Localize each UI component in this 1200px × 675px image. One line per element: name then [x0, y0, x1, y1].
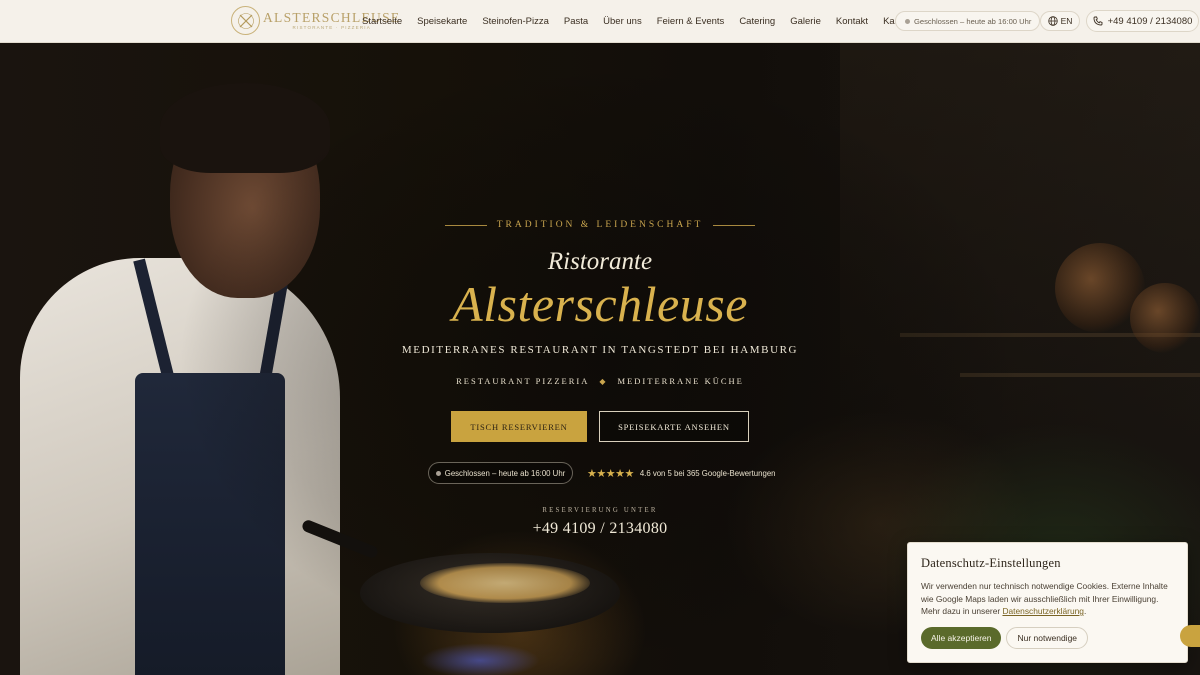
eyebrow-line-right [713, 224, 756, 226]
hero-title-small: Ristorante [547, 248, 653, 275]
phone-icon [1093, 16, 1103, 26]
tag-mediterrane-kueche: MEDITERRANE KÜCHE [617, 376, 744, 386]
reserve-table-button[interactable]: TISCH RESERVIEREN [451, 411, 587, 442]
nav-ueber-uns[interactable]: Über uns [603, 16, 642, 27]
crossed-cutlery-icon [231, 6, 260, 35]
floating-side-tab[interactable] [1180, 625, 1200, 647]
hero-title: Alsterschleuse [452, 276, 748, 332]
nav-steinofen-pizza[interactable]: Steinofen-Pizza [482, 16, 549, 27]
cookie-consent-dialog: Datenschutz-Einstellungen Wir verwenden … [907, 542, 1188, 663]
nav-catering[interactable]: Catering [739, 16, 775, 27]
opening-status-text: Geschlossen – heute ab 16:00 Uhr [914, 16, 1032, 26]
cookie-text-end: . [1083, 606, 1087, 616]
main-nav: Startseite Speisekarte Steinofen-Pizza P… [362, 0, 932, 43]
nav-kontakt[interactable]: Kontakt [836, 16, 868, 27]
rating-stars-icon: ★★★★★ [587, 467, 634, 480]
privacy-policy-link[interactable]: Datenschutzerklärung [1002, 606, 1083, 616]
cookie-dialog-title: Datenschutz-Einstellungen [921, 556, 1061, 570]
status-dot-icon [905, 18, 910, 24]
site-header: ALSTERSCHLEUSE RISTORANTE · PIZZERIA Sta… [0, 0, 1200, 43]
nav-speisekarte[interactable]: Speisekarte [417, 16, 467, 27]
reservation-phone-link[interactable]: +49 4109 / 2134080 [0, 520, 1200, 538]
globe-icon [1047, 16, 1058, 26]
view-menu-button[interactable]: SPEISEKARTE ANSEHEN [599, 411, 749, 442]
cookie-dialog-text: Wir verwenden nur technisch notwendige C… [921, 580, 1174, 618]
language-switch-button[interactable]: EN [1040, 11, 1080, 31]
hero-eyebrow: TRADITION & LEIDENSCHAFT [0, 220, 1200, 230]
status-dot-icon [435, 470, 441, 476]
nav-galerie[interactable]: Galerie [790, 16, 821, 27]
necessary-cookies-only-button[interactable]: Nur notwendige [1006, 627, 1089, 649]
reservation-label: RESERVIERUNG UNTER [542, 507, 658, 514]
phone-call-button[interactable]: +49 4109 / 2134080 [1086, 10, 1199, 32]
phone-number: +49 4109 / 2134080 [1107, 15, 1193, 27]
language-label: EN [1060, 16, 1073, 26]
hero-subtitle: MEDITERRANES RESTAURANT IN TANGSTEDT BEI… [401, 344, 799, 356]
google-rating[interactable]: ★★★★★ 4.6 von 5 bei 365 Google-Bewertung… [587, 467, 776, 480]
tag-restaurant-pizzeria: RESTAURANT PIZZERIA [456, 376, 590, 386]
hero-tags: RESTAURANT PIZZERIA ◆ MEDITERRANE KÜCHE [0, 376, 1200, 386]
cookie-actions: Alle akzeptieren Nur notwendige [921, 627, 1089, 649]
eyebrow-line-left [444, 224, 487, 226]
nav-pasta[interactable]: Pasta [564, 16, 588, 27]
nav-feiern-events[interactable]: Feiern & Events [657, 16, 725, 27]
opening-status-badge: Geschlossen – heute ab 16:00 Uhr [895, 11, 1041, 31]
eyebrow-text: TRADITION & LEIDENSCHAFT [496, 220, 704, 230]
rating-text: 4.6 von 5 bei 365 Google-Bewertungen [639, 468, 776, 478]
hero-status-text: Geschlossen – heute ab 16:00 Uhr [444, 468, 566, 478]
diamond-separator-icon: ◆ [599, 376, 608, 386]
accept-all-cookies-button[interactable]: Alle akzeptieren [921, 627, 1002, 649]
hero-opening-status-badge: Geschlossen – heute ab 16:00 Uhr [428, 462, 573, 484]
nav-startseite[interactable]: Startseite [362, 16, 402, 27]
